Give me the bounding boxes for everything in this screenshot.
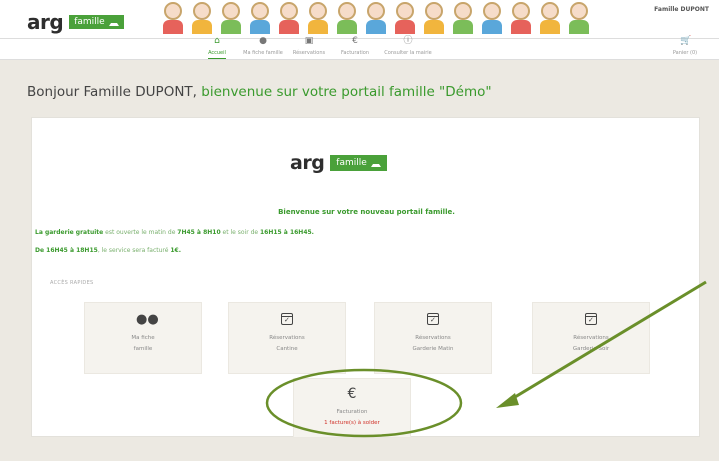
kid-figure: [392, 0, 418, 34]
tile-subtitle: famille: [133, 346, 153, 352]
kid-figure: [189, 0, 215, 34]
tile-subtitle: Cantine: [276, 346, 298, 352]
kid-figure: [363, 0, 389, 34]
tile-subtitle: Garderie Soir: [572, 346, 610, 352]
nav-item-label: Réservations: [292, 50, 326, 56]
tile-title: Réservations: [573, 335, 609, 341]
app-logo[interactable]: arg famille: [27, 10, 124, 34]
quick-tile-ma-fiche-famille[interactable]: ●● Ma fiche famille: [84, 302, 202, 374]
kid-figure: [450, 0, 476, 34]
info-text: De 16H45 à 18H15: [35, 247, 98, 254]
info-text: La garderie gratuite: [35, 229, 104, 236]
info-text: , le service sera facturé: [97, 247, 171, 254]
user-name[interactable]: Famille DUPONT: [654, 6, 709, 13]
info-text: 16H15 à 16H45.: [260, 229, 314, 236]
home-panel: arg famille Bienvenue sur votre nouveau …: [31, 117, 700, 438]
nav-item-accueil[interactable]: ⌂ Accueil: [194, 36, 240, 59]
panel-logo: arg famille: [290, 152, 387, 174]
family-icon: ●: [259, 36, 267, 46]
quick-tile-reservations-garderie-soir[interactable]: Réservations Garderie Soir: [532, 302, 650, 374]
tile-title: Ma fiche: [131, 335, 155, 341]
info-garderie-hours: La garderie gratuite est ouverte le mati…: [35, 229, 314, 236]
kid-figure: [160, 0, 186, 34]
kid-figure: [218, 0, 244, 34]
boat-icon: [370, 160, 381, 167]
cart-icon: 🛒: [680, 36, 692, 46]
tile-subtitle: Garderie Matin: [412, 346, 454, 352]
logo-wordmark: arg: [27, 10, 64, 34]
welcome-message: Bienvenue sur votre nouveau portail fami…: [278, 208, 455, 216]
calendar-check-icon: [584, 313, 598, 327]
info-text: 1€.: [170, 247, 181, 254]
tile-title: Réservations: [415, 335, 451, 341]
kid-figure: [334, 0, 360, 34]
nav-item-label: Ma fiche famille: [243, 50, 283, 56]
info-text: est ouverte le matin de: [103, 229, 178, 236]
kids-illustration: [160, 0, 710, 38]
greeting-suffix: bienvenue sur votre portail famille "Dém…: [201, 84, 492, 100]
quick-tile-reservations-garderie-matin[interactable]: Réservations Garderie Matin: [374, 302, 492, 374]
invoice-due-notice: 1 facture(s) à solder: [324, 420, 380, 426]
nav-item-consulter-la-mairie[interactable]: ⓘ Consulter la mairie: [378, 36, 438, 59]
logo-wordmark: arg: [290, 152, 325, 174]
kid-figure: [537, 0, 563, 34]
kid-figure: [508, 0, 534, 34]
tile-title: Facturation: [336, 409, 368, 415]
euro-icon: €: [347, 386, 357, 402]
page-greeting: Bonjour Famille DUPONT, bienvenue sur vo…: [27, 84, 492, 100]
kid-figure: [305, 0, 331, 34]
logo-badge-label: famille: [336, 158, 367, 168]
boat-icon: [108, 19, 119, 26]
logo-badge: famille: [330, 155, 387, 171]
kid-figure: [247, 0, 273, 34]
main-nav: ⌂ Accueil ● Ma fiche famille ▣ Réservati…: [194, 36, 697, 59]
kid-figure: [566, 0, 592, 34]
quick-tile-reservations-cantine[interactable]: Réservations Cantine: [228, 302, 346, 374]
logo-badge: famille: [69, 15, 124, 29]
nav-item-reservations[interactable]: ▣ Réservations: [286, 36, 332, 59]
quick-access-heading: ACCÈS RAPIDES: [50, 280, 94, 286]
family-icon: ●●: [136, 312, 159, 327]
greeting-prefix: Bonjour Famille DUPONT,: [27, 84, 202, 100]
nav-item-ma-fiche-famille[interactable]: ● Ma fiche famille: [240, 36, 286, 59]
kid-figure: [479, 0, 505, 34]
quick-tile-facturation[interactable]: € Facturation 1 facture(s) à solder: [293, 378, 411, 438]
kid-figure: [421, 0, 447, 34]
euro-icon: €: [352, 36, 358, 46]
app-header: arg famille Famille DUPONT ⌂ Accueil ● M…: [0, 0, 719, 60]
nav-item-label: Consulter la mairie: [384, 50, 432, 56]
info-text: 7H45 à 8H10: [177, 229, 221, 236]
logo-badge-label: famille: [74, 17, 105, 27]
calendar-check-icon: [280, 313, 294, 327]
kid-figure: [276, 0, 302, 34]
info-icon: ⓘ: [403, 36, 413, 46]
nav-item-label: Accueil: [208, 50, 226, 59]
calendar-check-icon: [426, 313, 440, 327]
nav-item-facturation[interactable]: € Facturation: [332, 36, 378, 59]
nav-item-label: Panier (0): [672, 50, 698, 56]
info-garderie-fee: De 16H45 à 18H15, le service sera factur…: [35, 247, 181, 254]
calendar-icon: ▣: [304, 36, 314, 46]
nav-item-panier[interactable]: 🛒 Panier (0): [662, 36, 708, 56]
info-text: et le soir de: [220, 229, 260, 236]
home-icon: ⌂: [214, 36, 220, 46]
tile-title: Réservations: [269, 335, 305, 341]
nav-item-label: Facturation: [340, 50, 370, 56]
